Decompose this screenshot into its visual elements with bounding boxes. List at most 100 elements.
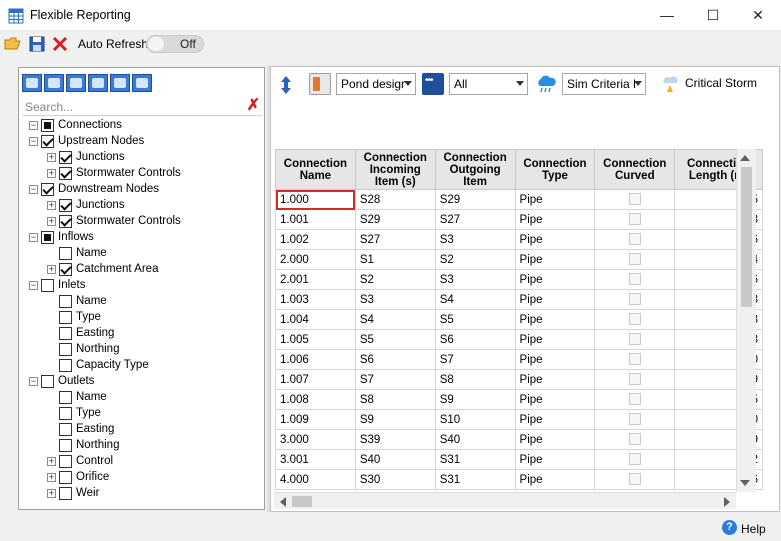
table-cell[interactable]: S7 [354, 369, 436, 390]
scroll-up-icon[interactable] [740, 155, 750, 161]
table-row[interactable]: 2.001S2S3Pipe27.6 [275, 269, 763, 290]
table-row[interactable]: 3.001S40S31Pipe15.2 [275, 449, 763, 470]
curved-cell[interactable] [594, 429, 676, 450]
tree-checkbox[interactable] [41, 119, 54, 132]
tree-checkbox[interactable] [59, 455, 72, 468]
table-cell[interactable]: S4 [434, 289, 516, 310]
table-row[interactable]: 1.006S6S7Pipe36.0 [275, 349, 763, 370]
critical-storm-icon[interactable] [661, 74, 679, 94]
table-cell[interactable]: S8 [434, 369, 516, 390]
table-cell[interactable]: Pipe [514, 389, 596, 410]
tree-checkbox[interactable] [41, 183, 54, 196]
table-cell[interactable]: Pipe [514, 429, 596, 450]
curved-checkbox[interactable] [628, 193, 641, 206]
tree-checkbox[interactable] [59, 247, 72, 260]
tree-checkbox[interactable] [59, 423, 72, 436]
table-row[interactable]: 4.000S30S31Pipe27.6 [275, 469, 763, 490]
curved-cell[interactable] [594, 329, 676, 350]
tree-checkbox[interactable] [41, 231, 54, 244]
expand-icon[interactable]: + [47, 265, 56, 274]
sim-criteria-combo[interactable]: Sim Criteria F [562, 73, 646, 95]
tree-checkbox[interactable] [59, 151, 72, 164]
table-cell[interactable]: 2.000 [275, 249, 356, 270]
expand-icon[interactable]: + [47, 153, 56, 162]
table-cell[interactable]: S3 [354, 289, 436, 310]
pond-design-combo[interactable]: Pond desigr [336, 73, 416, 95]
table-cell[interactable]: S9 [354, 409, 436, 430]
storage-filter-icon[interactable] [132, 74, 152, 92]
table-row[interactable]: 1.000S28S29Pipe22.5 [275, 189, 763, 210]
table-cell[interactable]: Pipe [514, 369, 596, 390]
horizontal-scroll-thumb[interactable] [292, 496, 312, 507]
table-cell[interactable]: Pipe [514, 229, 596, 250]
auto-refresh-toggle[interactable]: Off [146, 35, 204, 53]
table-cell[interactable]: S3 [434, 269, 516, 290]
table-cell[interactable]: S3 [434, 229, 516, 250]
tree-checkbox[interactable] [59, 215, 72, 228]
table-cell[interactable]: S31 [434, 469, 516, 490]
maximize-button[interactable]: ☐ [690, 0, 736, 30]
table-cell[interactable]: Pipe [514, 449, 596, 470]
scroll-left-icon[interactable] [280, 497, 286, 507]
curved-checkbox[interactable] [628, 473, 641, 486]
column-header[interactable]: Connection Outgoing Item [434, 149, 516, 190]
table-row[interactable]: 1.004S4S5Pipe27.3 [275, 309, 763, 330]
table-row[interactable]: 1.001S29S27Pipe20.8 [275, 209, 763, 230]
table-cell[interactable]: 1.000 [275, 189, 356, 210]
table-cell[interactable]: 1.002 [275, 229, 356, 250]
curved-cell[interactable] [594, 209, 676, 230]
table-cell[interactable]: S40 [434, 429, 516, 450]
collapse-icon[interactable]: − [29, 377, 38, 386]
table-cell[interactable]: 1.007 [275, 369, 356, 390]
curved-checkbox[interactable] [628, 313, 641, 326]
critical-storm-label[interactable]: Critical Storm [685, 76, 757, 90]
table-cell[interactable]: S2 [434, 249, 516, 270]
table-cell[interactable]: S40 [354, 449, 436, 470]
curved-checkbox[interactable] [628, 233, 641, 246]
tree-checkbox[interactable] [59, 327, 72, 340]
table-cell[interactable]: S5 [354, 329, 436, 350]
filter-combo[interactable]: All [449, 73, 528, 95]
tree-checkbox[interactable] [41, 375, 54, 388]
table-cell[interactable]: Pipe [514, 409, 596, 430]
clear-icon[interactable] [51, 35, 69, 53]
node-filter-icon[interactable] [66, 74, 86, 92]
column-header[interactable]: Connection Curved [594, 149, 676, 190]
table-row[interactable]: 1.003S3S4Pipe25.8 [275, 289, 763, 310]
table-cell[interactable]: 2.001 [275, 269, 356, 290]
sort-updown-icon[interactable] [279, 75, 293, 95]
curved-checkbox[interactable] [628, 433, 641, 446]
table-cell[interactable]: S6 [434, 329, 516, 350]
help-link[interactable]: Help [741, 522, 766, 536]
expand-icon[interactable]: + [47, 457, 56, 466]
collapse-icon[interactable]: − [29, 121, 38, 130]
table-row[interactable]: 1.009S9S10Pipe34.0 [275, 409, 763, 430]
expand-icon[interactable]: + [47, 217, 56, 226]
close-button[interactable]: ✕ [735, 0, 781, 30]
table-cell[interactable]: Pipe [514, 349, 596, 370]
tree-checkbox[interactable] [59, 295, 72, 308]
curved-checkbox[interactable] [628, 393, 641, 406]
table-cell[interactable]: S2 [354, 269, 436, 290]
column-header[interactable]: Connection Incoming Item (s) [354, 149, 436, 190]
tree-checkbox[interactable] [41, 135, 54, 148]
curved-checkbox[interactable] [628, 453, 641, 466]
curved-cell[interactable] [594, 249, 676, 270]
scroll-down-icon[interactable] [740, 480, 750, 486]
tree-checkbox[interactable] [59, 471, 72, 484]
table-cell[interactable]: S27 [354, 229, 436, 250]
table-cell[interactable]: Pipe [514, 189, 596, 210]
pipe-filter-icon[interactable] [44, 74, 64, 92]
minimize-button[interactable]: — [644, 0, 690, 30]
table-cell[interactable]: S1 [354, 249, 436, 270]
tree-search-input[interactable]: Search... ✗ [22, 98, 262, 116]
table-cell[interactable]: 4.000 [275, 469, 356, 490]
folder-open-icon[interactable] [4, 35, 22, 53]
table-cell[interactable]: S10 [434, 409, 516, 430]
column-header[interactable]: Connection Type [514, 149, 596, 190]
table-cell[interactable]: 3.000 [275, 429, 356, 450]
expand-icon[interactable]: + [47, 169, 56, 178]
table-cell[interactable]: S31 [434, 449, 516, 470]
table-cell[interactable]: Pipe [514, 329, 596, 350]
table-cell[interactable]: S5 [434, 309, 516, 330]
